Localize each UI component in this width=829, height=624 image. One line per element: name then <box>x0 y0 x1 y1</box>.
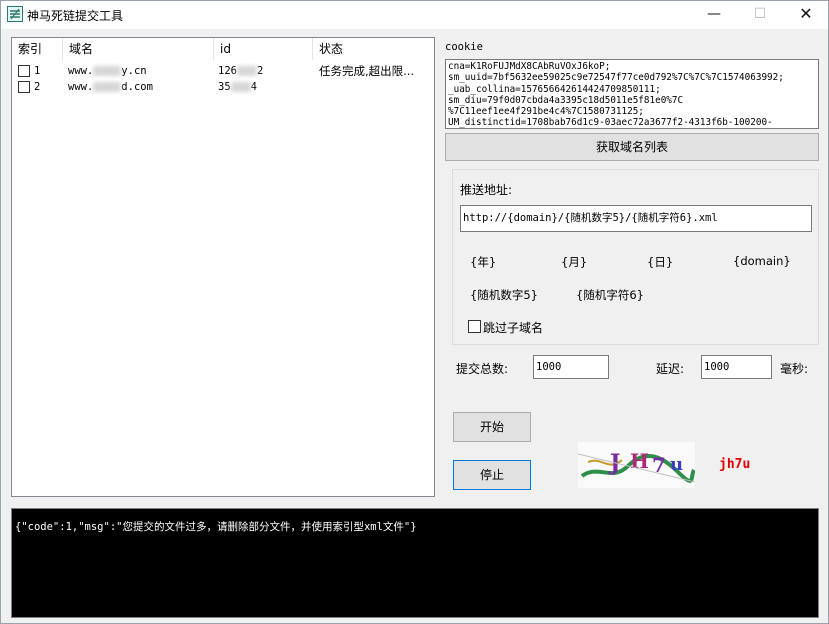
list-header: 索引 域名 id 状态 <box>12 38 434 60</box>
column-header-index[interactable]: 索引 <box>12 38 63 60</box>
delay-input[interactable]: 1000 <box>701 355 772 379</box>
total-count-label: 提交总数: <box>456 362 509 376</box>
table-row[interactable]: 1 www. y.cn 126 2 任务完成,超出限... <box>12 63 434 79</box>
minimize-button[interactable]: — <box>691 1 737 29</box>
row-checkbox[interactable] <box>18 81 30 93</box>
svg-text:u: u <box>670 454 683 475</box>
row-status: 任务完成,超出限... <box>319 64 415 78</box>
app-window: 神马死链提交工具 — ☐ ✕ 索引 域名 id 状态 1 www. y.cn 12… <box>0 0 829 624</box>
row-id: 126 2 <box>218 65 264 77</box>
row-index: 2 <box>34 81 41 93</box>
skip-subdomain-label[interactable]: 跳过子域名 <box>483 319 543 336</box>
token-random-chars[interactable]: {随机字符6} <box>576 287 644 303</box>
push-address-input[interactable]: http://{domain}/{随机数字5}/{随机字符6}.xml <box>460 205 812 232</box>
skip-subdomain-checkbox[interactable] <box>468 320 481 333</box>
token-domain[interactable]: {domain} <box>733 254 791 268</box>
cookie-label: cookie <box>445 41 483 53</box>
row-index: 1 <box>34 65 41 77</box>
app-logo-icon <box>7 6 23 22</box>
total-count-input[interactable]: 1000 <box>533 355 609 379</box>
token-month[interactable]: {月} <box>561 254 587 270</box>
start-button[interactable]: 开始 <box>453 412 531 442</box>
push-address-label: 推送地址: <box>460 183 513 197</box>
column-header-id[interactable]: id <box>214 38 313 60</box>
delay-label: 延迟: <box>656 362 685 376</box>
cookie-textarea[interactable]: cna=K1RoFUJMdX8CAbRuVOxJ6koP; sm_uuid=7b… <box>445 59 819 129</box>
maximize-button[interactable]: ☐ <box>737 1 783 29</box>
ms-unit-label: 毫秒: <box>780 362 809 376</box>
output-console[interactable]: {"code":1,"msg":"您提交的文件过多，请删除部分文件，并使用索引型… <box>11 508 819 618</box>
token-day[interactable]: {日} <box>647 254 673 270</box>
token-year[interactable]: {年} <box>470 254 496 270</box>
get-domain-list-button[interactable]: 获取域名列表 <box>445 133 819 161</box>
svg-text:H: H <box>630 449 649 473</box>
row-id: 35 4 <box>218 81 257 93</box>
token-random-number[interactable]: {随机数字5} <box>470 287 538 303</box>
captcha-answer: jh7u <box>719 457 751 472</box>
row-checkbox[interactable] <box>18 65 30 77</box>
title-bar[interactable]: 神马死链提交工具 — ☐ ✕ <box>1 1 828 29</box>
domain-list[interactable]: 索引 域名 id 状态 1 www. y.cn 126 2 任务完成,超出限... … <box>11 37 435 497</box>
column-header-domain[interactable]: 域名 <box>63 38 214 60</box>
row-domain: www. y.cn <box>68 65 147 77</box>
close-button[interactable]: ✕ <box>783 1 829 29</box>
stop-button[interactable]: 停止 <box>453 460 531 490</box>
window-title: 神马死链提交工具 <box>27 9 124 23</box>
column-header-status[interactable]: 状态 <box>313 38 434 60</box>
row-domain: www. d.com <box>68 81 153 93</box>
table-row[interactable]: 2 www. d.com 35 4 <box>12 79 434 95</box>
captcha-image[interactable]: J H 7 u <box>578 442 695 488</box>
row-status <box>319 79 433 95</box>
